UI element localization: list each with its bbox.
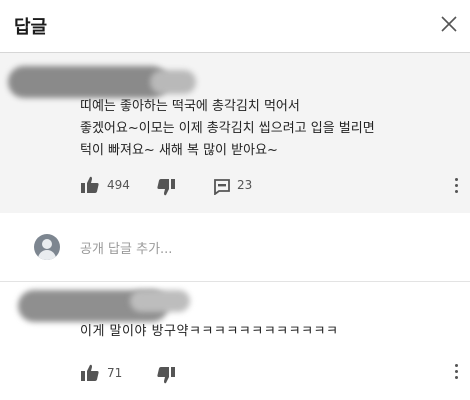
comment-text: 이게 말이야 방구약ㅋㅋㅋㅋㅋㅋㅋㅋㅋㅋㅋㅋ — [80, 324, 339, 339]
thumbs-up-icon[interactable] — [80, 176, 100, 198]
reply-comment-icon[interactable] — [214, 179, 230, 199]
more-options-icon[interactable] — [453, 362, 459, 382]
header-bar: 답글 — [0, 0, 470, 53]
page-title: 답글 — [14, 17, 48, 38]
redacted-username-fade — [150, 70, 196, 94]
avatar — [34, 234, 60, 260]
reply-count: 23 — [237, 178, 253, 192]
more-options-icon[interactable] — [453, 176, 459, 196]
like-count: 494 — [107, 178, 130, 192]
comment-text: 띠예는 좋아하는 떡국에 총각김치 먹어서 좋겠어요~이모는 이제 총각김치 씹… — [80, 99, 375, 158]
like-count: 71 — [107, 366, 123, 380]
add-reply-row[interactable] — [0, 213, 470, 281]
add-reply-input[interactable]: 공개 답글 추가... — [80, 238, 172, 257]
thumbs-up-icon[interactable] — [80, 364, 100, 386]
redacted-username-fade — [130, 290, 190, 312]
redacted-username — [8, 66, 168, 98]
thumbs-down-icon[interactable] — [156, 366, 176, 388]
divider — [0, 281, 470, 282]
close-icon[interactable] — [437, 12, 461, 36]
thumbs-down-icon[interactable] — [156, 178, 176, 200]
